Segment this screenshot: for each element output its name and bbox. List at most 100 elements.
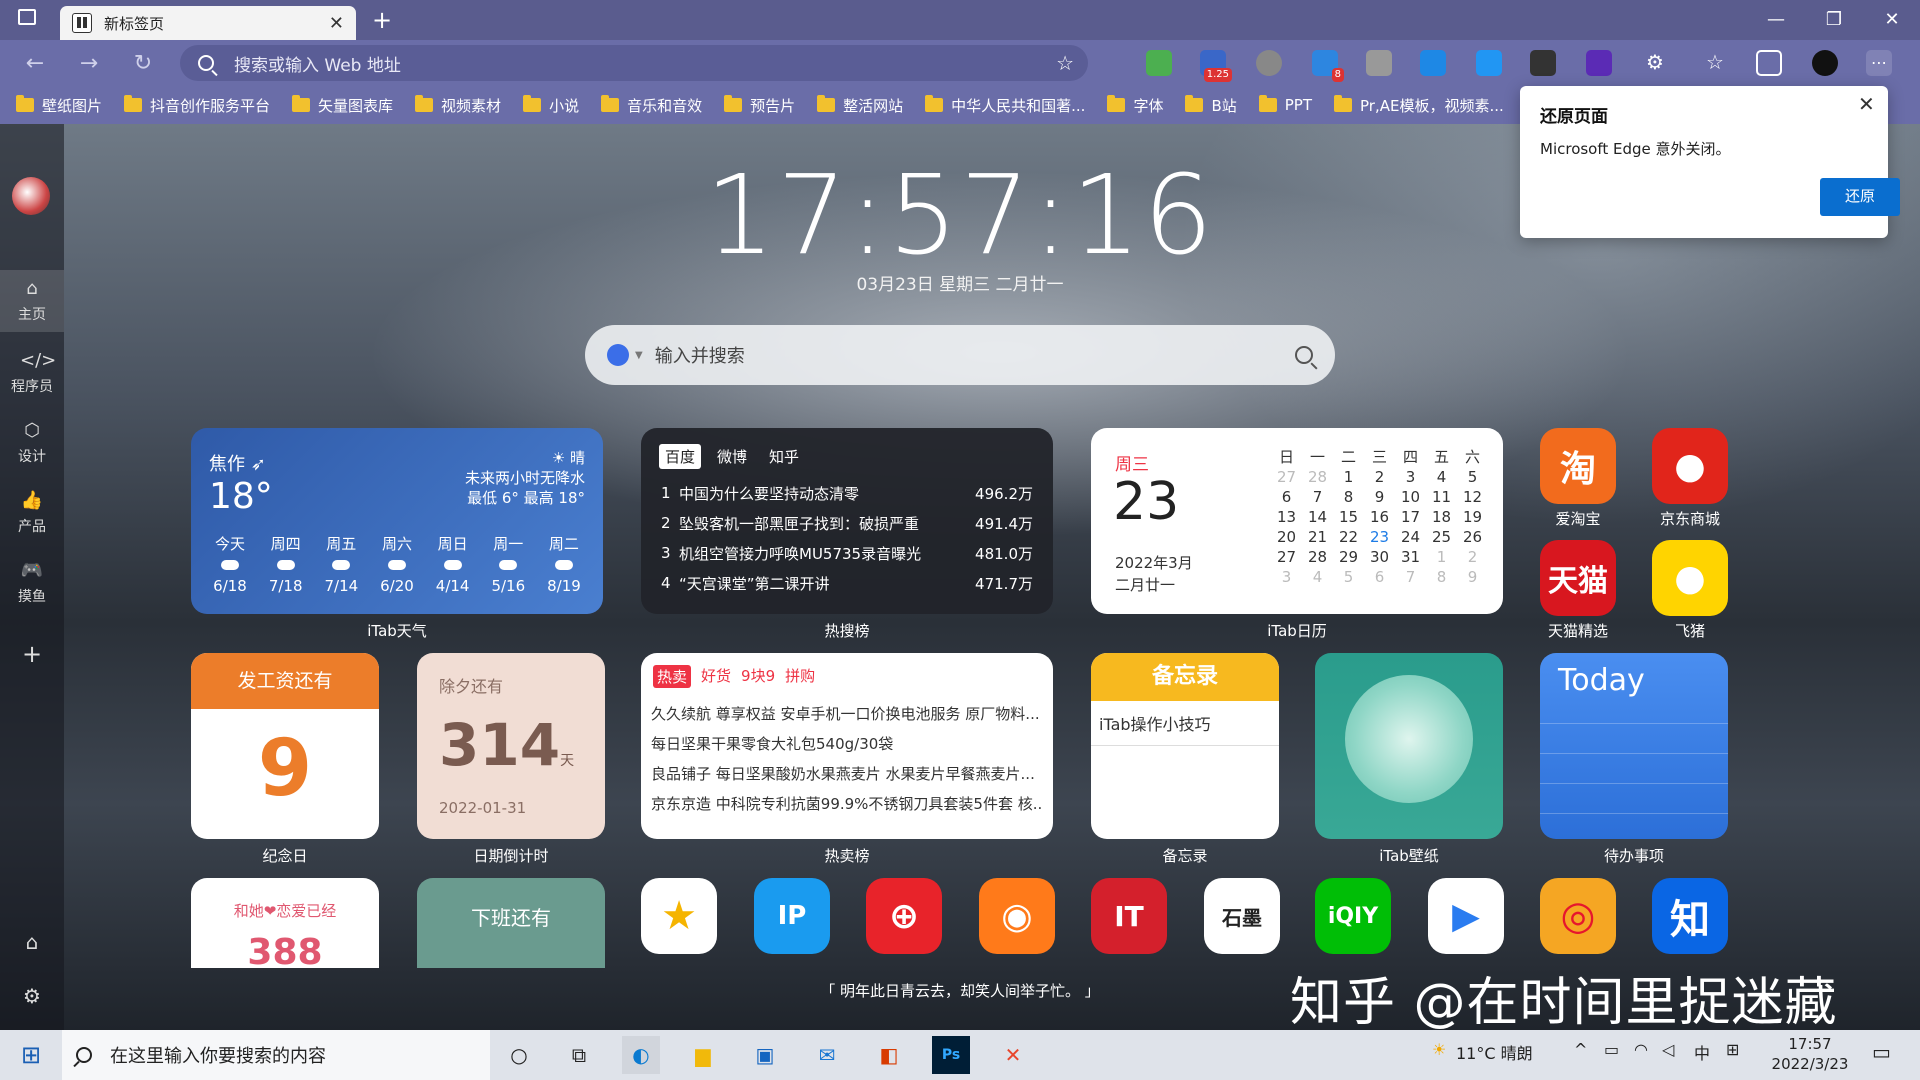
restore-button[interactable]: 还原 bbox=[1820, 178, 1900, 216]
xmind-icon[interactable]: ✕ bbox=[994, 1036, 1032, 1074]
extension-4-icon[interactable]: 8 bbox=[1312, 50, 1344, 82]
love-countdown-widget[interactable]: 和她❤恋爱已经 388 bbox=[191, 878, 379, 968]
bookmark-folder[interactable]: 整活网站 bbox=[817, 95, 903, 116]
list-item[interactable]: 1 中国为什么要坚持动态清零 496.2万 bbox=[661, 478, 1033, 508]
network-icon[interactable]: ◠ bbox=[1634, 1040, 1648, 1059]
app-netease-yanxuan-icon[interactable]: ⊕ bbox=[866, 878, 942, 954]
address-bar[interactable]: 搜索或输入 Web 地址 ☆ bbox=[180, 45, 1088, 81]
list-item[interactable]: 久久续航 尊享权益 安卓手机一口价换电池服务 原厂物料... bbox=[651, 699, 1043, 729]
new-tab-button[interactable]: + bbox=[362, 6, 402, 34]
tab-hot-sale[interactable]: 热卖 bbox=[653, 665, 692, 688]
app-weibo-icon[interactable]: ◎ bbox=[1540, 878, 1616, 954]
add-category-button[interactable]: + bbox=[0, 640, 64, 668]
bookmark-folder[interactable]: 字体 bbox=[1107, 95, 1163, 116]
baidu-engine-icon[interactable] bbox=[607, 344, 629, 366]
office-icon[interactable]: ◧ bbox=[870, 1036, 908, 1074]
close-window-button[interactable]: ✕ bbox=[1872, 6, 1912, 34]
list-item[interactable]: 4 “天宫课堂”第二课开讲 471.7万 bbox=[661, 568, 1033, 598]
bookmark-folder[interactable]: 视频素材 bbox=[415, 95, 501, 116]
bookmark-folder[interactable]: Pr,AE模板，视频素... bbox=[1334, 95, 1504, 116]
cortana-icon[interactable]: ○ bbox=[500, 1036, 538, 1074]
close-icon[interactable]: ✕ bbox=[1858, 92, 1875, 116]
hot-search-widget[interactable]: 百度 微博 知乎 1 中国为什么要坚持动态清零 496.2万 2 坠毁客机一部黑匣子找… bbox=[641, 428, 1053, 614]
bookmark-folder[interactable]: B站 bbox=[1185, 95, 1237, 116]
extension-1-icon[interactable] bbox=[1146, 50, 1172, 76]
tab-actions-icon[interactable] bbox=[18, 9, 36, 25]
settings-icon[interactable]: ⚙ bbox=[0, 984, 64, 1008]
app-fliggy-icon[interactable]: ● bbox=[1652, 540, 1728, 616]
weather-widget[interactable]: 焦作 ➶ 18° ☀ 晴 未来两小时无降水 最低 6° 最高 18° 今天 6/1… bbox=[191, 428, 603, 614]
bookmark-folder[interactable]: 小说 bbox=[523, 95, 579, 116]
memo-widget[interactable]: 备忘录 iTab操作小技巧 bbox=[1091, 653, 1279, 839]
sidebar-item-product[interactable]: 👍 产品 bbox=[0, 490, 64, 536]
hot-sale-widget[interactable]: 热卖 好货 9块9 拼购 久久续航 尊享权益 安卓手机一口价换电池服务 原厂物料… bbox=[641, 653, 1053, 839]
tab-weibo[interactable]: 微博 bbox=[711, 444, 753, 469]
extension-5-icon[interactable] bbox=[1366, 50, 1392, 76]
tab-zhihu[interactable]: 知乎 bbox=[763, 444, 805, 469]
bookmark-folder[interactable]: 矢量图表库 bbox=[292, 95, 393, 116]
extension-2-icon[interactable]: 1.25 bbox=[1200, 50, 1232, 82]
app-taobao-icon[interactable]: 淘 bbox=[1540, 428, 1616, 504]
sidebar-item-design[interactable]: ⬡ 设计 bbox=[0, 420, 64, 466]
payday-countdown-widget[interactable]: 发工资还有 9 bbox=[191, 653, 379, 839]
tab-good-items[interactable]: 好货 bbox=[701, 665, 731, 688]
taskbar-weather[interactable]: 11°C 晴朗 bbox=[1456, 1040, 1533, 1064]
list-item[interactable]: 每日坚果干果零食大礼包540g/30袋 bbox=[651, 729, 1043, 759]
extension-7-icon[interactable] bbox=[1476, 50, 1502, 76]
tab-baidu[interactable]: 百度 bbox=[659, 444, 702, 469]
bookmark-folder[interactable]: 预告片 bbox=[724, 95, 795, 116]
bookmark-folder[interactable]: 中华人民共和国著... bbox=[925, 95, 1085, 116]
task-view-icon[interactable]: ⧉ bbox=[560, 1036, 598, 1074]
app-zhihu-icon[interactable]: 知 bbox=[1652, 878, 1728, 954]
forward-button[interactable]: → bbox=[72, 47, 106, 81]
app-iqiyi-icon[interactable]: iQIY bbox=[1315, 878, 1391, 954]
list-item[interactable]: 良品铺子 每日坚果酸奶水果燕麦片 水果麦片早餐燕麦片... bbox=[651, 759, 1043, 789]
user-avatar[interactable] bbox=[12, 177, 50, 215]
keyboard-layout-icon[interactable]: ⊞ bbox=[1726, 1040, 1739, 1059]
todo-widget[interactable]: Today bbox=[1540, 653, 1728, 839]
extension-6-icon[interactable] bbox=[1420, 50, 1446, 76]
refresh-button[interactable]: ↻ bbox=[126, 47, 160, 81]
extension-9-icon[interactable] bbox=[1586, 50, 1612, 76]
restore-window-button[interactable]: ❐ bbox=[1814, 6, 1854, 34]
ime-indicator[interactable]: 中 bbox=[1694, 1040, 1710, 1064]
bookmark-folder[interactable]: 抖音创作服务平台 bbox=[124, 95, 270, 116]
store-icon[interactable]: ▣ bbox=[746, 1036, 784, 1074]
app-jd-icon[interactable]: ● bbox=[1652, 428, 1728, 504]
extension-8-icon[interactable] bbox=[1530, 50, 1556, 76]
search-box[interactable]: ▼ 输入并搜索 bbox=[585, 325, 1335, 385]
tab-close-icon[interactable]: ✕ bbox=[329, 13, 344, 34]
sidebar-item-fun[interactable]: 🎮 摸鱼 bbox=[0, 560, 64, 606]
wallpaper-widget[interactable] bbox=[1315, 653, 1503, 839]
battery-icon[interactable]: ▭ bbox=[1604, 1040, 1619, 1059]
sidebar-item-home[interactable]: ⌂ 主页 bbox=[0, 270, 64, 332]
search-icon[interactable] bbox=[1295, 346, 1313, 364]
settings-more-icon[interactable]: ⋯ bbox=[1866, 50, 1892, 76]
app-youku-icon[interactable]: ▶ bbox=[1428, 878, 1504, 954]
chevron-down-icon[interactable]: ▼ bbox=[635, 350, 643, 361]
list-item[interactable]: 京东京造 中科院专利抗菌99.9%不锈钢刀具套装5件套 核... bbox=[651, 789, 1043, 819]
notification-icon[interactable]: ▭ bbox=[1872, 1040, 1891, 1064]
favorites-icon[interactable]: ☆ bbox=[1702, 50, 1728, 76]
back-button[interactable]: ← bbox=[18, 47, 52, 81]
list-item[interactable]: 3 机组空管接力呼唤MU5735录音曝光 481.0万 bbox=[661, 538, 1033, 568]
file-explorer-icon[interactable]: ▆ bbox=[684, 1036, 722, 1074]
offwork-countdown-widget[interactable]: 下班还有 bbox=[417, 878, 605, 968]
app-bookmark-manager-icon[interactable]: ★ bbox=[641, 878, 717, 954]
bookmark-folder[interactable]: 壁纸图片 bbox=[16, 95, 102, 116]
list-item[interactable]: 2 坠毁客机一部黑匣子找到：破损严重 491.4万 bbox=[661, 508, 1033, 538]
mail-icon[interactable]: ✉ bbox=[808, 1036, 846, 1074]
app-ip-lookup-icon[interactable]: IP bbox=[754, 878, 830, 954]
windows-start-icon[interactable]: ⊞ bbox=[12, 1036, 50, 1074]
tab-group-buy[interactable]: 拼购 bbox=[785, 665, 815, 688]
profile-avatar[interactable] bbox=[1812, 50, 1838, 76]
app-ithome-icon[interactable]: IT bbox=[1091, 878, 1167, 954]
app-douyu-icon[interactable]: ◉ bbox=[979, 878, 1055, 954]
app-shimo-icon[interactable]: 石墨 bbox=[1204, 878, 1280, 954]
chevron-up-icon[interactable]: ^ bbox=[1574, 1040, 1587, 1059]
taskbar-search[interactable]: 在这里输入你要搜索的内容 bbox=[62, 1030, 490, 1080]
taskbar-clock[interactable]: 17:57 2022/3/23 bbox=[1760, 1034, 1860, 1074]
extension-3-icon[interactable] bbox=[1256, 50, 1282, 76]
add-favorite-icon[interactable]: ☆ bbox=[1056, 51, 1074, 75]
sidebar-item-programmer[interactable]: </> 程序员 bbox=[0, 350, 64, 396]
